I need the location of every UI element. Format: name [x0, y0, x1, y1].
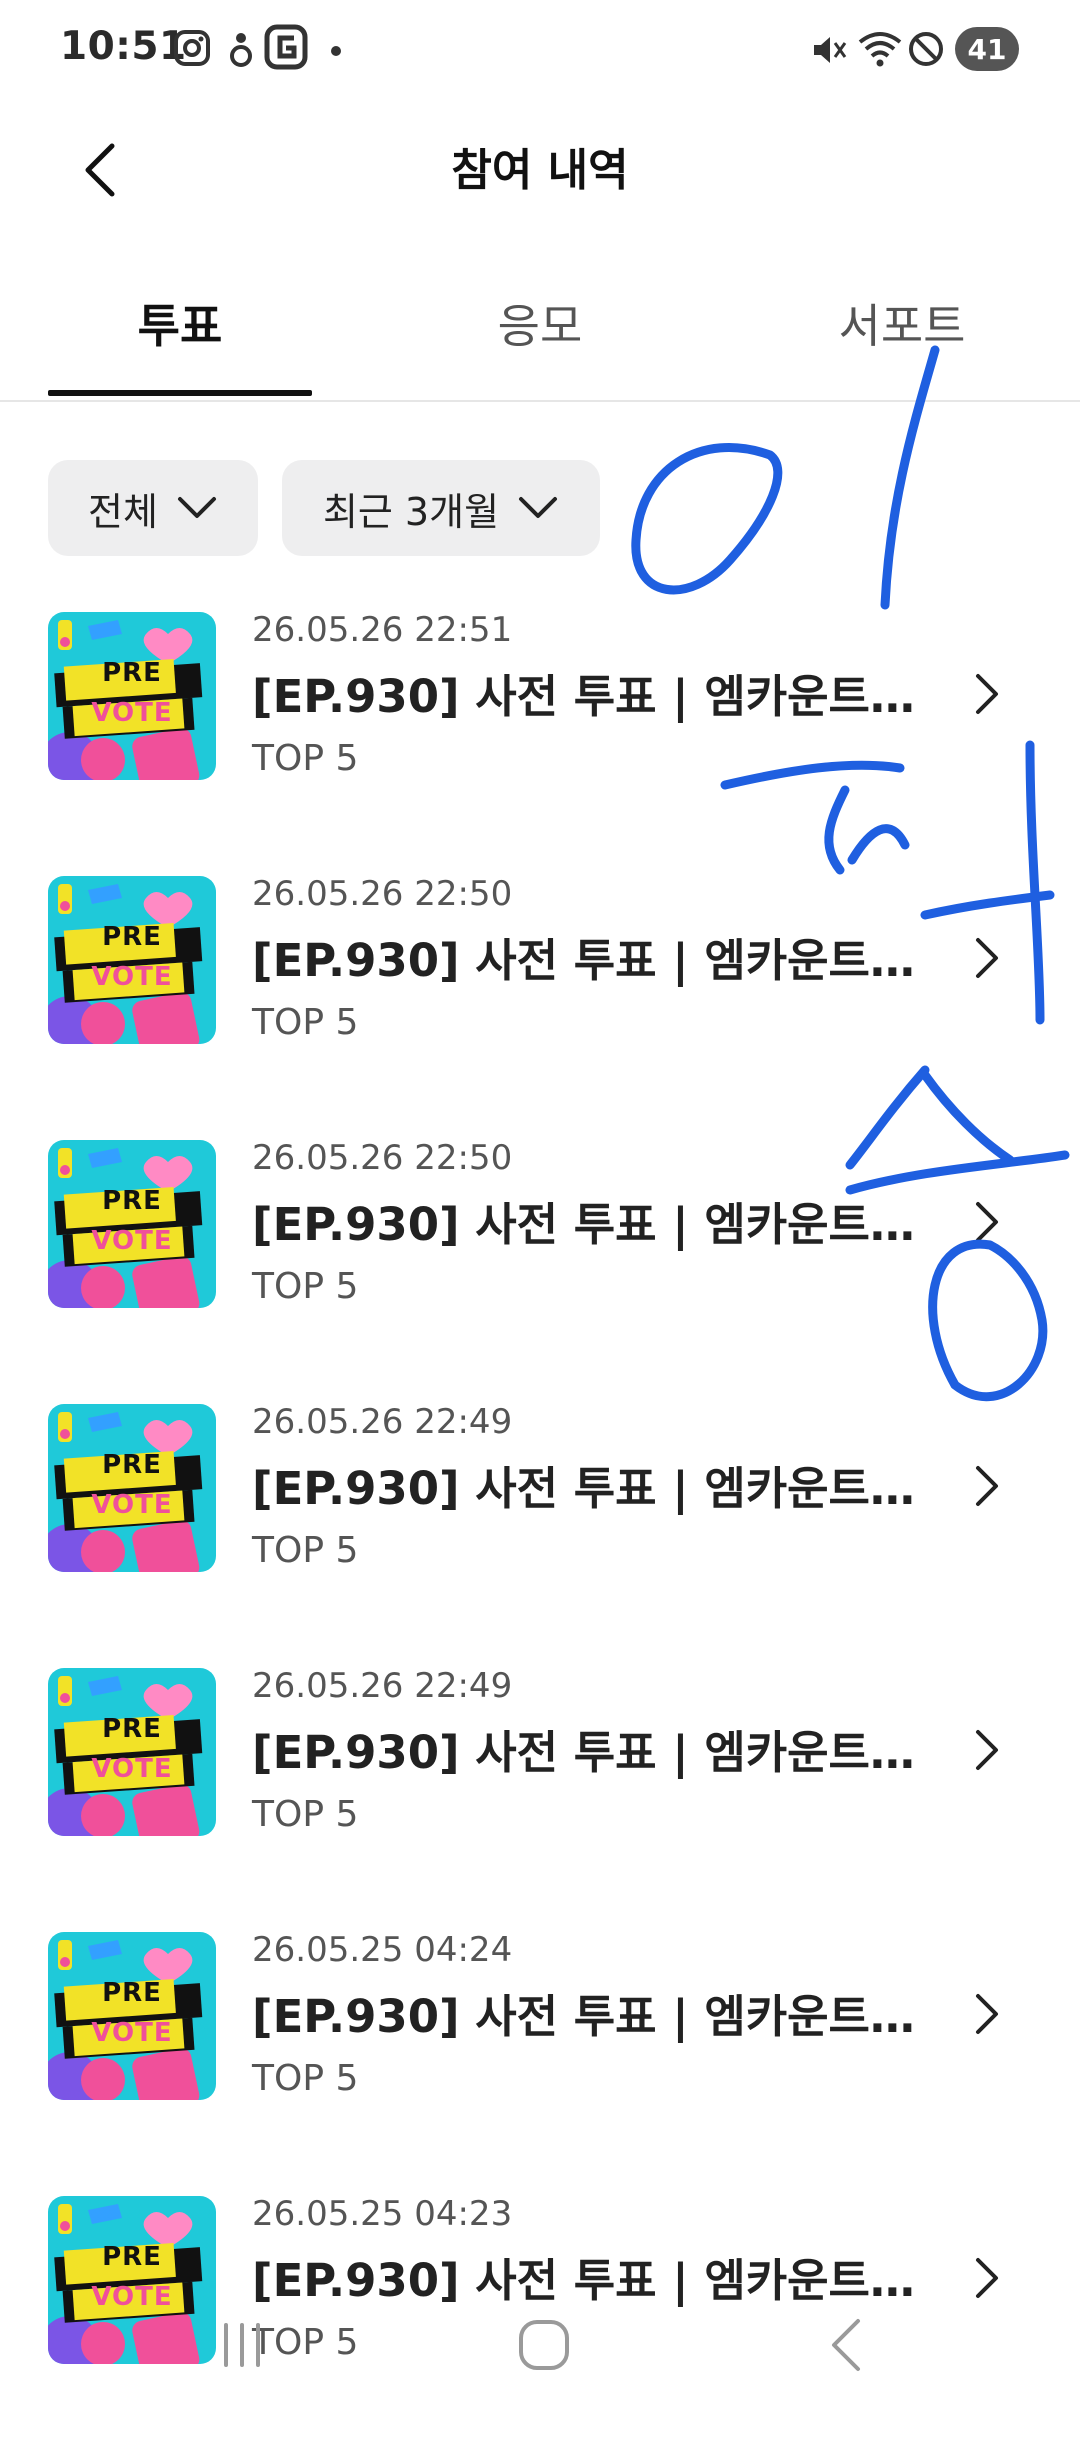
mute-icon — [808, 30, 848, 74]
item-subtitle: TOP 5 — [252, 738, 359, 779]
list-item[interactable]: PRE VOTE 26.05.26 22:50 [EP.930] 사전 투표 |… — [0, 864, 1080, 1128]
chevron-right-icon — [972, 670, 1002, 722]
recent-apps-button[interactable] — [192, 2300, 292, 2390]
list-item[interactable]: PRE VOTE 26.05.26 22:51 [EP.930] 사전 투표 |… — [0, 600, 1080, 864]
item-date: 26.05.26 22:50 — [252, 874, 513, 914]
pre-vote-thumbnail: PRE VOTE — [48, 1932, 216, 2100]
thumb-text-vote: VOTE — [91, 1226, 173, 1256]
status-time: 10:51 — [60, 24, 187, 69]
chevron-down-icon — [519, 497, 558, 518]
chevron-right-icon — [972, 1726, 1002, 1778]
thumb-text-pre: PRE — [102, 1186, 162, 1216]
active-tab-indicator — [48, 390, 312, 396]
item-date: 26.05.25 04:24 — [252, 1930, 513, 1970]
tab-vote[interactable]: 투표 — [48, 290, 312, 356]
battery-level: 41 — [955, 27, 1019, 71]
filter-period-dropdown[interactable]: 최근 3개월 — [282, 460, 600, 556]
filter-period-label: 최근 3개월 — [322, 489, 500, 534]
item-title: [EP.930] 사전 투표 | 엠카운트다... — [252, 1198, 922, 1251]
item-subtitle: TOP 5 — [252, 1002, 359, 1043]
chevron-right-icon — [972, 934, 1002, 986]
thumb-text-vote: VOTE — [91, 1754, 173, 1784]
item-title: [EP.930] 사전 투표 | 엠카운트다... — [252, 670, 922, 723]
list-item[interactable]: PRE VOTE 26.05.26 22:49 [EP.930] 사전 투표 |… — [0, 1656, 1080, 1920]
item-subtitle: TOP 5 — [252, 1530, 359, 1571]
app-notification-icon — [226, 28, 256, 72]
pre-vote-thumbnail: PRE VOTE — [48, 1404, 216, 1572]
item-title: [EP.930] 사전 투표 | 엠카운트다... — [252, 934, 922, 987]
home-icon — [519, 2320, 569, 2370]
instagram-icon — [172, 28, 212, 72]
tab-support[interactable]: 서포트 — [770, 290, 1034, 356]
chevron-right-icon — [972, 1990, 1002, 2042]
status-bar: 10:51 41 — [0, 0, 1080, 100]
pre-vote-thumbnail: PRE VOTE — [48, 1140, 216, 1308]
tab-entry[interactable]: 응모 — [408, 290, 672, 356]
thumb-text-vote: VOTE — [91, 698, 173, 728]
app-header: 참여 내역 — [0, 100, 1080, 230]
list-item[interactable]: PRE VOTE 26.05.25 04:24 [EP.930] 사전 투표 |… — [0, 1920, 1080, 2184]
tab-bar: 투표 응모 서포트 — [0, 260, 1080, 402]
page-title: 참여 내역 — [451, 145, 629, 196]
wifi-icon — [856, 28, 904, 74]
thumb-text-vote: VOTE — [91, 2018, 173, 2048]
list-item[interactable]: PRE VOTE 26.05.26 22:50 [EP.930] 사전 투표 |… — [0, 1128, 1080, 1392]
chevron-down-icon — [177, 497, 216, 518]
thumb-text-pre: PRE — [102, 658, 162, 688]
pre-vote-thumbnail: PRE VOTE — [48, 1668, 216, 1836]
thumb-text-pre: PRE — [102, 1978, 162, 2008]
item-subtitle: TOP 5 — [252, 1266, 359, 1307]
chevron-right-icon — [972, 1462, 1002, 1514]
list-item[interactable]: PRE VOTE 26.05.26 22:49 [EP.930] 사전 투표 |… — [0, 1392, 1080, 1656]
thumb-text-pre: PRE — [102, 1450, 162, 1480]
home-button[interactable] — [494, 2300, 594, 2390]
thumb-text-pre: PRE — [102, 2242, 162, 2272]
item-date: 26.05.26 22:51 — [252, 610, 513, 650]
thumb-text-vote: VOTE — [91, 962, 173, 992]
item-title: [EP.930] 사전 투표 | 엠카운트다... — [252, 1726, 922, 1779]
recent-apps-icon — [224, 2323, 260, 2367]
item-date: 26.05.26 22:50 — [252, 1138, 513, 1178]
back-icon — [832, 2319, 860, 2371]
pre-vote-thumbnail: PRE VOTE — [48, 876, 216, 1044]
blocked-icon — [906, 29, 946, 73]
thumb-text-pre: PRE — [102, 1714, 162, 1744]
item-title: [EP.930] 사전 투표 | 엠카운트다... — [252, 1990, 922, 2043]
item-date: 26.05.26 22:49 — [252, 1402, 513, 1442]
g-app-icon — [264, 24, 308, 74]
item-title: [EP.930] 사전 투표 | 엠카운트다... — [252, 1462, 922, 1515]
dot-icon — [330, 42, 342, 61]
item-subtitle: TOP 5 — [252, 1794, 359, 1835]
thumb-text-vote: VOTE — [91, 1490, 173, 1520]
item-date: 26.05.26 22:49 — [252, 1666, 513, 1706]
filter-type-label: 전체 — [88, 489, 158, 534]
pre-vote-thumbnail: PRE VOTE — [48, 612, 216, 780]
item-date: 26.05.25 04:23 — [252, 2194, 513, 2234]
item-subtitle: TOP 5 — [252, 2058, 359, 2099]
system-nav-bar — [0, 2280, 1080, 2400]
chevron-right-icon — [972, 1198, 1002, 1250]
filter-type-dropdown[interactable]: 전체 — [48, 460, 258, 556]
thumb-text-pre: PRE — [102, 922, 162, 952]
system-back-button[interactable] — [796, 2300, 896, 2390]
